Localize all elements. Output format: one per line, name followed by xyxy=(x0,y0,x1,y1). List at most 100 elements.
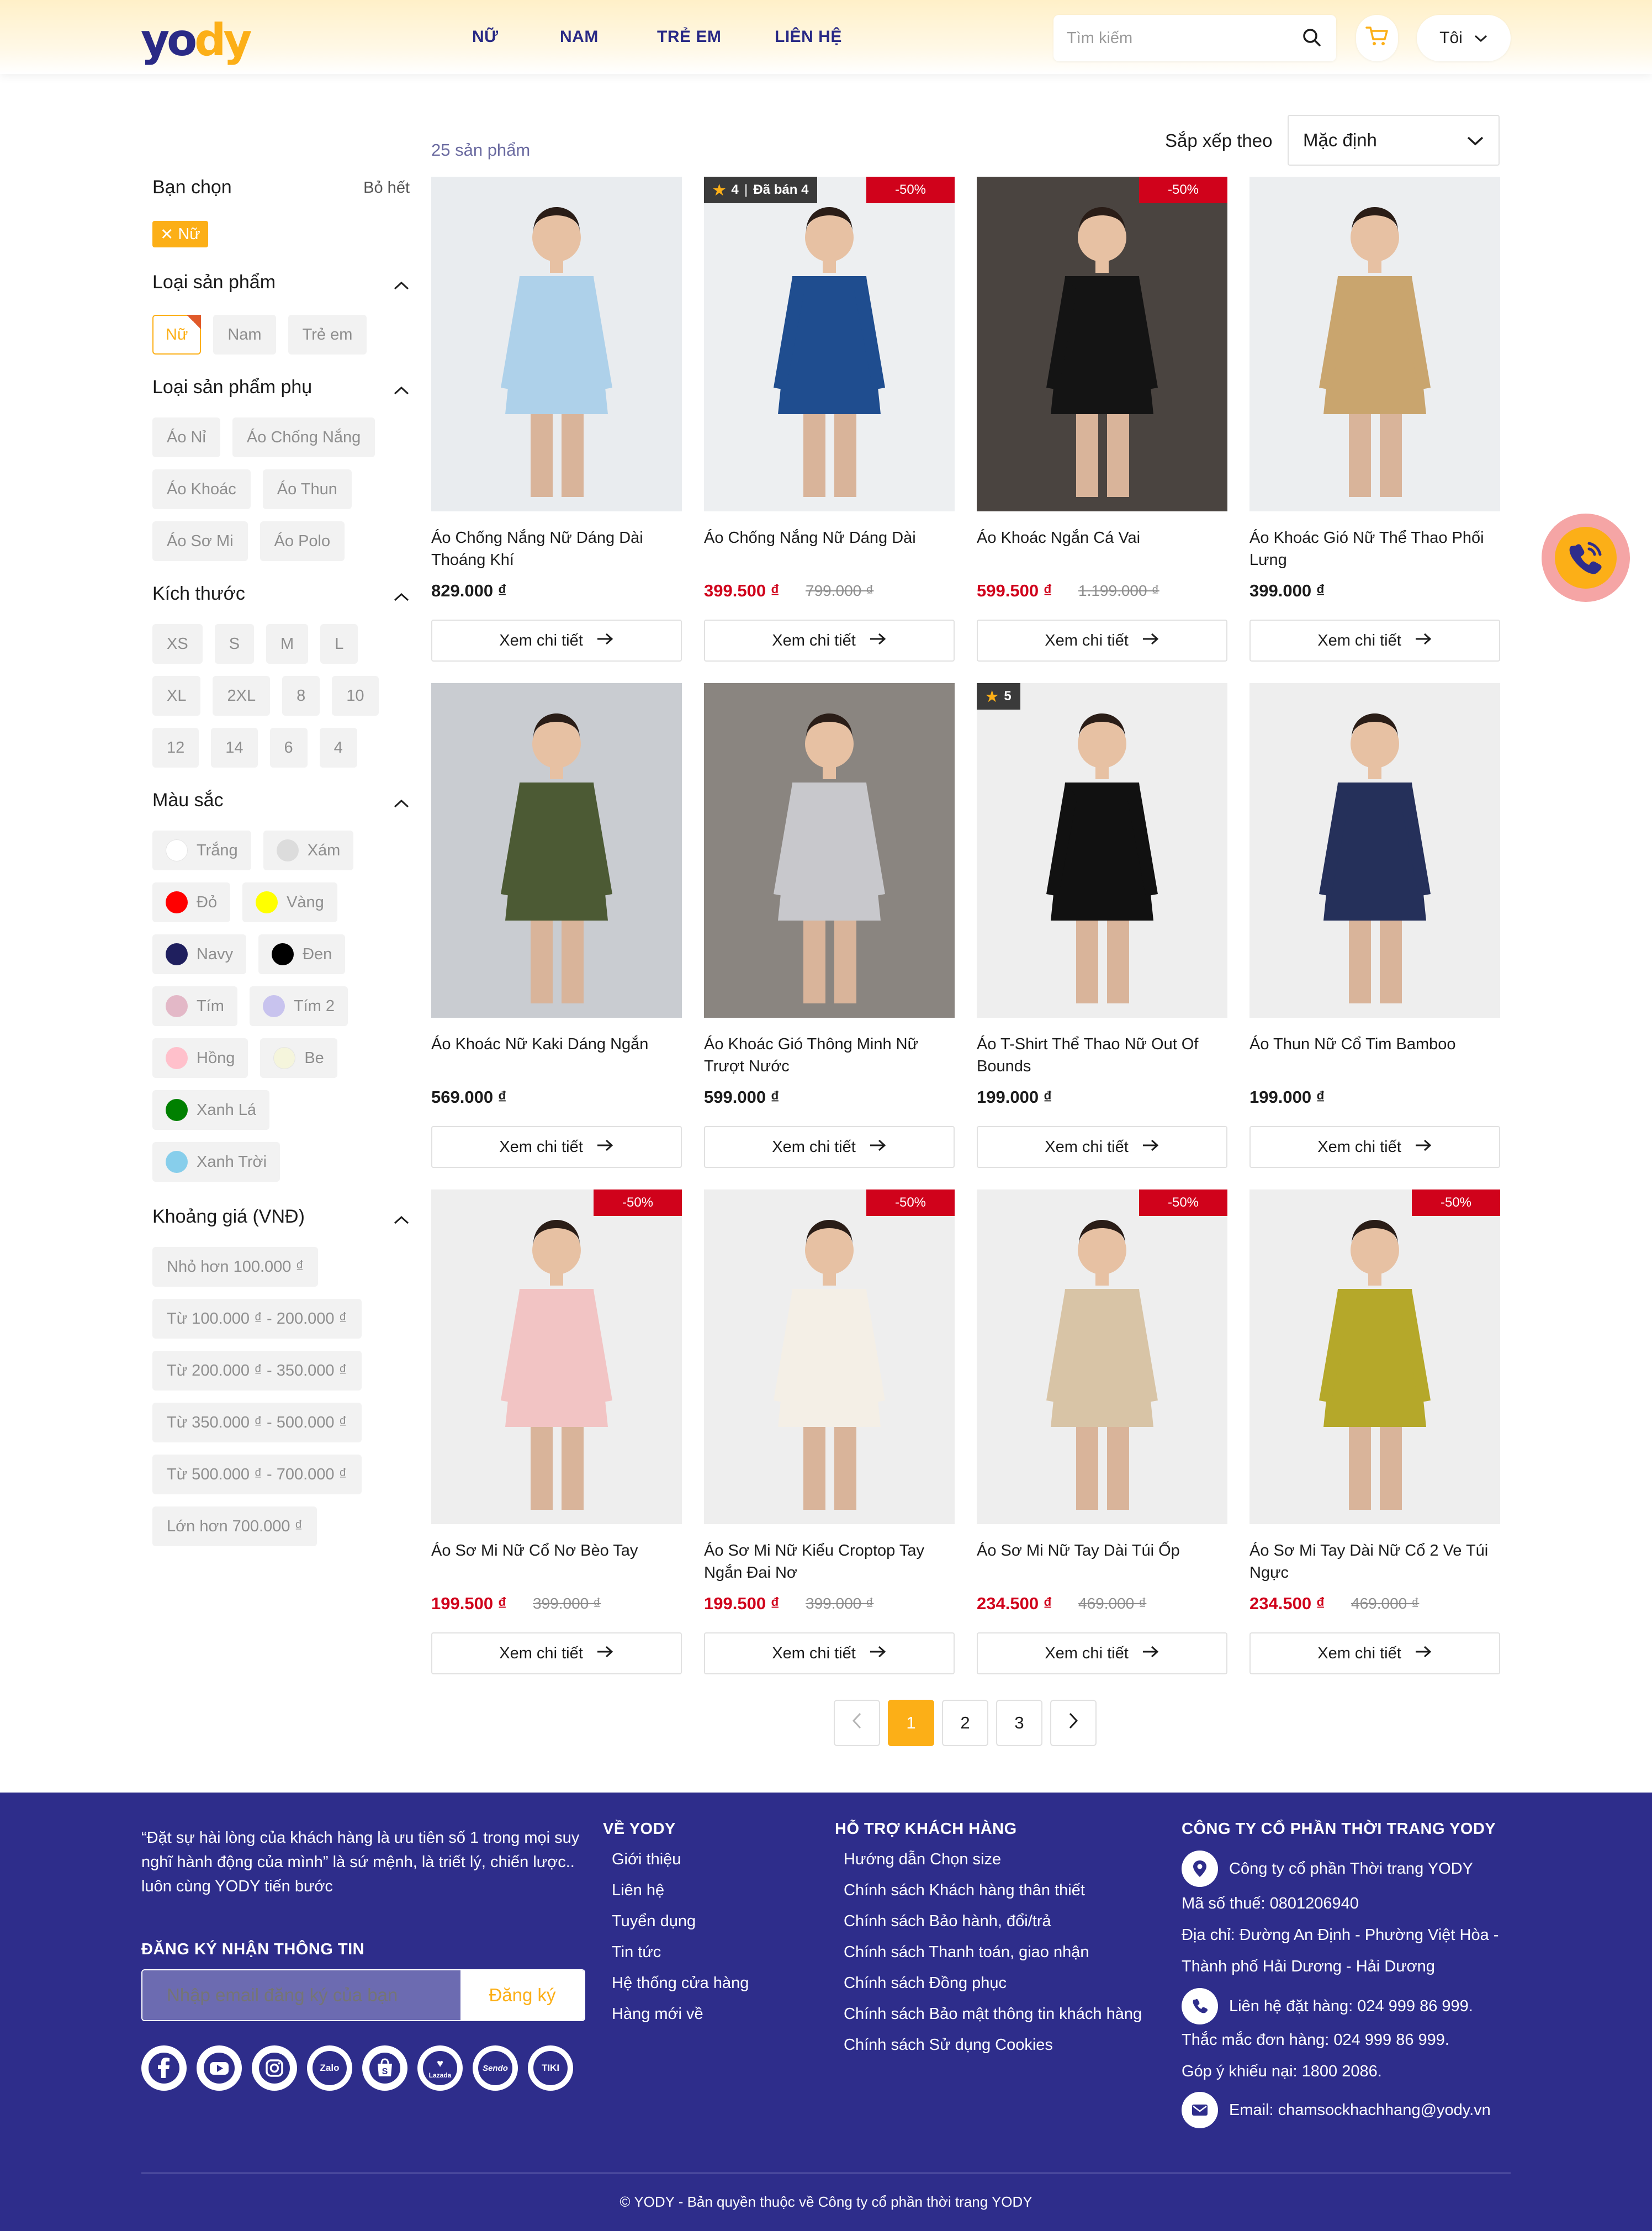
product-image[interactable] xyxy=(431,177,682,511)
filter-color-item[interactable]: Xám xyxy=(263,831,354,870)
chevron-up-icon[interactable] xyxy=(393,380,410,401)
product-image[interactable] xyxy=(977,1189,1227,1524)
chevron-up-icon[interactable] xyxy=(393,586,410,608)
selected-chip[interactable]: ✕ Nữ xyxy=(152,221,208,247)
filter-size-item[interactable]: XS xyxy=(152,624,203,664)
filter-color-item[interactable]: Vàng xyxy=(242,882,337,922)
product-name[interactable]: Áo Khoác Ngắn Cá Vai xyxy=(977,527,1227,549)
view-detail-button[interactable]: Xem chi tiết xyxy=(431,620,682,662)
pagination-next[interactable] xyxy=(1050,1700,1097,1746)
view-detail-button[interactable]: Xem chi tiết xyxy=(704,1632,955,1674)
filter-price-item[interactable]: Từ 500.000 ₫ - 700.000 ₫ xyxy=(152,1455,362,1494)
footer-link[interactable]: Hướng dẫn Chọn size xyxy=(835,1851,1142,1869)
close-icon[interactable]: ✕ xyxy=(160,225,173,244)
search-icon[interactable] xyxy=(1301,27,1323,53)
company-hotline[interactable]: Liên hệ đặt hàng: 024 999 86 999. xyxy=(1229,1997,1473,2016)
cart-button[interactable] xyxy=(1356,15,1398,61)
filter-subtype-item[interactable]: Áo Thun xyxy=(262,469,352,509)
nav-women[interactable]: NỮ xyxy=(472,28,499,46)
filter-price-item[interactable]: Từ 350.000 ₫ - 500.000 ₫ xyxy=(152,1403,362,1442)
filter-price-item[interactable]: Từ 200.000 ₫ - 350.000 ₫ xyxy=(152,1351,362,1391)
product-image[interactable] xyxy=(431,1189,682,1524)
product-name[interactable]: Áo Khoác Nữ Kaki Dáng Ngắn xyxy=(431,1033,682,1055)
color-list-scroll[interactable]: Trắng Xám Đỏ Vàng Navy Đen Tím Tím 2 Hồng Be Xanh … xyxy=(152,831,410,1185)
footer-link[interactable]: Chính sách Sử dụng Cookies xyxy=(835,2036,1142,2055)
zalo-icon[interactable]: Zalo xyxy=(307,2045,352,2091)
product-name[interactable]: Áo Thun Nữ Cổ Tim Bamboo xyxy=(1249,1033,1500,1055)
product-name[interactable]: Áo Sơ Mi Nữ Cổ Nơ Bèo Tay xyxy=(431,1540,682,1562)
filter-size-item[interactable]: 4 xyxy=(319,728,357,768)
yody-logo[interactable]: yo dy xyxy=(141,14,252,66)
product-type-header[interactable]: Loại sản phẩm xyxy=(152,272,410,297)
youtube-icon[interactable] xyxy=(197,2045,242,2091)
filter-size-item[interactable]: S xyxy=(214,624,255,664)
view-detail-button[interactable]: Xem chi tiết xyxy=(1249,1632,1500,1674)
view-detail-button[interactable]: Xem chi tiết xyxy=(977,1632,1227,1674)
size-header[interactable]: Kích thước xyxy=(152,583,410,609)
filter-type-men[interactable]: Nam xyxy=(213,315,276,355)
instagram-icon[interactable] xyxy=(252,2045,297,2091)
footer-link[interactable]: Tin tức xyxy=(603,1943,749,1962)
filter-subtype-item[interactable]: Áo Sơ Mi xyxy=(152,521,248,561)
view-detail-button[interactable]: Xem chi tiết xyxy=(1249,1126,1500,1168)
filter-color-item[interactable]: Xanh Lá xyxy=(152,1090,270,1130)
nav-contact[interactable]: LIÊN HỆ xyxy=(775,28,842,46)
filter-size-item[interactable]: 14 xyxy=(211,728,258,768)
filter-color-item[interactable]: Be xyxy=(260,1038,337,1078)
product-name[interactable]: Áo Sơ Mi Nữ Tay Dài Túi Ốp xyxy=(977,1540,1227,1562)
filter-type-women[interactable]: Nữ xyxy=(152,315,202,355)
view-detail-button[interactable]: Xem chi tiết xyxy=(977,620,1227,662)
footer-link[interactable]: Tuyển dụng xyxy=(603,1912,749,1931)
pagination-page-2[interactable]: 2 xyxy=(942,1700,988,1746)
chevron-up-icon[interactable] xyxy=(393,275,410,297)
footer-link[interactable]: Chính sách Đồng phục xyxy=(835,1974,1142,1993)
product-name[interactable]: Áo Chống Nắng Nữ Dáng Dài xyxy=(704,527,955,549)
sort-dropdown[interactable]: Mặc định xyxy=(1288,115,1500,166)
sub-type-header[interactable]: Loại sản phẩm phụ xyxy=(152,377,410,402)
subscribe-button[interactable]: Đăng ký xyxy=(460,1970,584,2020)
tiki-icon[interactable]: TIKI xyxy=(528,2045,573,2091)
filter-size-item[interactable]: 8 xyxy=(282,676,320,716)
filter-price-item[interactable]: Lớn hơn 700.000 ₫ xyxy=(152,1506,317,1546)
nav-men[interactable]: NAM xyxy=(560,28,599,46)
color-header[interactable]: Màu sắc xyxy=(152,790,410,815)
facebook-icon[interactable] xyxy=(141,2045,187,2091)
product-image[interactable] xyxy=(1249,683,1500,1018)
filter-color-item[interactable]: Đỏ xyxy=(152,882,231,922)
filter-type-kids[interactable]: Trẻ em xyxy=(288,315,367,355)
filter-color-item[interactable]: Xanh Trời xyxy=(152,1142,280,1182)
product-name[interactable]: Áo Khoác Gió Nữ Thể Thao Phối Lưng xyxy=(1249,527,1500,571)
filter-size-item[interactable]: 2XL xyxy=(213,676,271,716)
product-name[interactable]: Áo Khoác Gió Thông Minh Nữ Trượt Nước xyxy=(704,1033,955,1077)
view-detail-button[interactable]: Xem chi tiết xyxy=(431,1126,682,1168)
footer-link[interactable]: Giới thiệu xyxy=(603,1851,749,1869)
product-image[interactable] xyxy=(977,177,1227,511)
footer-link[interactable]: Chính sách Bảo hành, đổi/trả xyxy=(835,1912,1142,1931)
account-menu[interactable]: Tôi xyxy=(1417,15,1511,61)
filter-size-item[interactable]: 12 xyxy=(152,728,199,768)
filter-subtype-item[interactable]: Áo Chống Nắng xyxy=(232,417,375,457)
footer-link[interactable]: Chính sách Bảo mật thông tin khách hàng xyxy=(835,2005,1142,2024)
filter-color-item[interactable]: Tím xyxy=(152,986,237,1026)
pagination-prev[interactable] xyxy=(834,1700,880,1746)
shopee-icon[interactable]: S xyxy=(362,2045,407,2091)
filter-subtype-item[interactable]: Áo Khoác xyxy=(152,469,251,509)
chevron-up-icon[interactable] xyxy=(393,1209,410,1231)
product-name[interactable]: Áo T-Shirt Thể Thao Nữ Out Of Bounds xyxy=(977,1033,1227,1077)
footer-link[interactable]: Chính sách Thanh toán, giao nhận xyxy=(835,1943,1142,1962)
product-image[interactable] xyxy=(704,1189,955,1524)
product-name[interactable]: Áo Sơ Mi Nữ Kiểu Croptop Tay Ngắn Đai Nơ xyxy=(704,1540,955,1584)
filter-color-item[interactable]: Trắng xyxy=(152,831,251,870)
floating-call-button[interactable] xyxy=(1542,514,1630,602)
footer-link[interactable]: Liên hệ xyxy=(603,1881,749,1900)
company-email[interactable]: Email: chamsockhachhang@yody.vn xyxy=(1229,2101,1491,2119)
lazada-icon[interactable]: ♥ Lazada xyxy=(417,2045,463,2091)
product-image[interactable] xyxy=(704,177,955,511)
view-detail-button[interactable]: Xem chi tiết xyxy=(431,1632,682,1674)
filter-color-item[interactable]: Tím 2 xyxy=(249,986,348,1026)
filter-size-item[interactable]: XL xyxy=(152,676,201,716)
footer-link[interactable]: Chính sách Khách hàng thân thiết xyxy=(835,1881,1142,1900)
footer-link[interactable]: Hàng mới về xyxy=(603,2005,749,2024)
filter-price-item[interactable]: Nhỏ hơn 100.000 ₫ xyxy=(152,1247,319,1287)
view-detail-button[interactable]: Xem chi tiết xyxy=(704,620,955,662)
